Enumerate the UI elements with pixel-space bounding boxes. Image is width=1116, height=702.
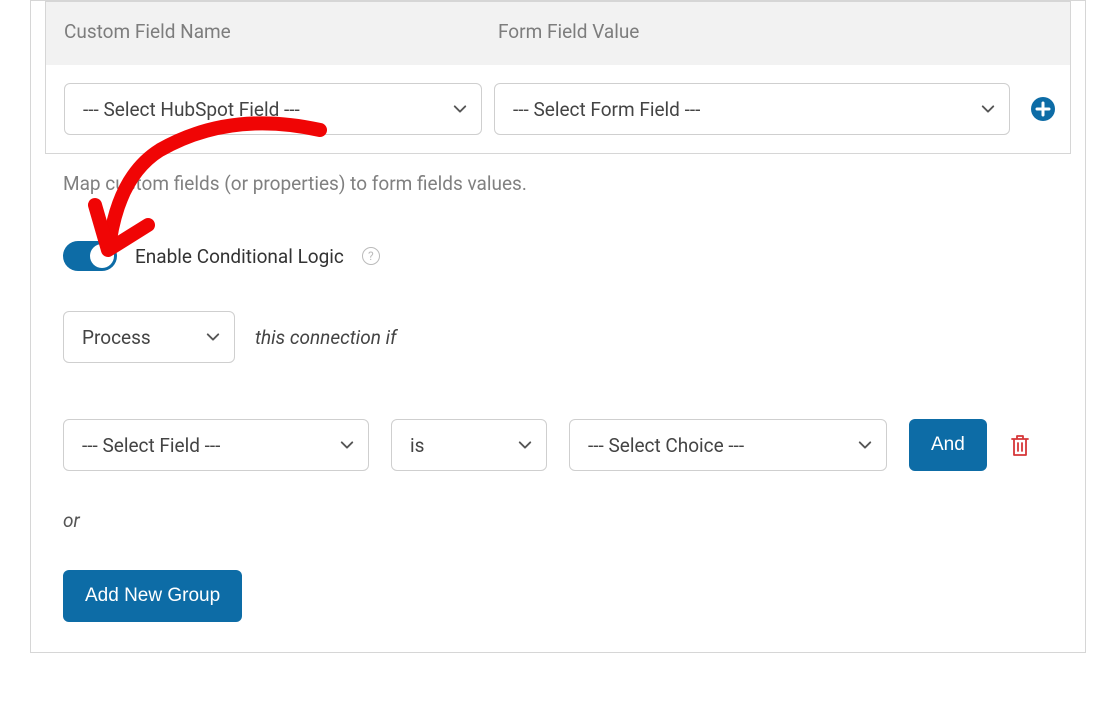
mapping-help-text: Map custom fields (or properties) to for… [45,154,1071,195]
hubspot-field-placeholder: --- Select HubSpot Field --- [83,98,300,121]
conditional-logic-toggle-row: Enable Conditional Logic ? [45,195,1071,271]
and-button[interactable]: And [909,419,987,471]
process-value: Process [82,326,151,349]
connection-if-label: this connection if [255,326,397,349]
add-new-group-button[interactable]: Add New Group [63,570,242,622]
hubspot-field-select[interactable]: --- Select HubSpot Field --- [64,83,482,135]
condition-row: --- Select Field --- is --- Select Choic… [45,363,1071,471]
field-mapping-table: Custom Field Name Form Field Value --- S… [45,1,1071,154]
condition-field-select[interactable]: --- Select Field --- [63,419,369,471]
conditional-logic-label: Enable Conditional Logic [135,245,344,268]
chevron-down-icon [518,438,532,452]
condition-operator-value: is [410,434,424,457]
trash-icon[interactable] [1009,433,1031,457]
conditional-logic-toggle[interactable] [63,241,117,271]
chevron-down-icon [858,438,872,452]
form-field-placeholder: --- Select Form Field --- [513,98,700,121]
form-field-select[interactable]: --- Select Form Field --- [494,83,1010,135]
chevron-down-icon [981,102,995,116]
condition-field-placeholder: --- Select Field --- [82,434,220,457]
mapping-table-header: Custom Field Name Form Field Value [46,2,1070,65]
chevron-down-icon [206,330,220,344]
condition-choice-select[interactable]: --- Select Choice --- [569,419,887,471]
condition-operator-select[interactable]: is [391,419,547,471]
or-label: or [45,471,1071,532]
help-icon[interactable]: ? [362,247,380,265]
condition-choice-placeholder: --- Select Choice --- [588,434,744,457]
toggle-knob [90,244,114,268]
custom-fields-panel: Custom Field Name Form Field Value --- S… [30,0,1086,653]
chevron-down-icon [453,102,467,116]
process-select[interactable]: Process [63,311,235,363]
mapping-row: --- Select HubSpot Field --- --- Select … [46,65,1070,153]
header-custom-field-name: Custom Field Name [64,20,498,43]
process-connection-row: Process this connection if [45,271,1071,363]
header-form-field-value: Form Field Value [498,20,1052,43]
chevron-down-icon [340,438,354,452]
add-row-icon[interactable] [1030,96,1056,122]
